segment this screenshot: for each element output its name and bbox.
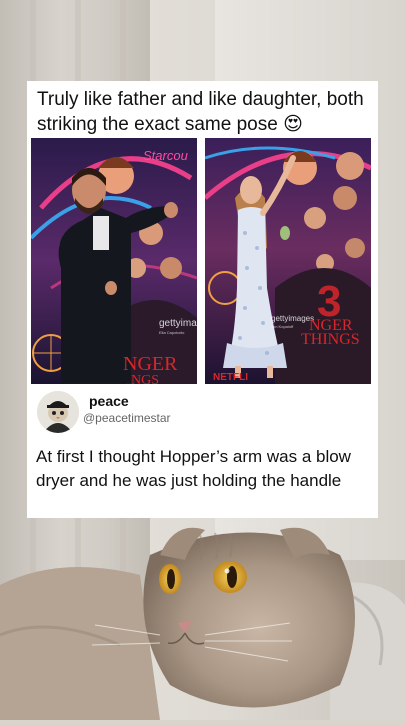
tweet-header: peace @peacetimestar: [37, 389, 367, 437]
photo-right[interactable]: gettyimages Jon Kopaloff 3 NGER THINGS N…: [205, 138, 371, 384]
poster-title-2: THINGS: [301, 331, 360, 348]
photo-credit: Jon Kopaloff: [271, 324, 294, 329]
post-caption: Truly like father and like daughter, bot…: [37, 87, 369, 137]
tweet-text: At first I thought Hopper’s arm was a bl…: [36, 447, 351, 490]
cat-photo: [0, 515, 405, 720]
poster-title-2: NGS: [131, 373, 159, 384]
watermark: gettyima: [159, 318, 197, 329]
tweet-author-name[interactable]: peace: [89, 393, 129, 409]
avatar[interactable]: [37, 391, 79, 433]
photo-credit: Elia Capotorto: [159, 330, 185, 335]
post-card: Truly like father and like daughter, bot…: [27, 81, 378, 518]
heart-eyes-emoji: 😍: [283, 114, 303, 135]
photo-left[interactable]: Starcou gettyima Elia Capotorto NGER NGS: [31, 138, 197, 384]
watermark: gettyimages: [271, 314, 314, 323]
poster-title: NGER: [123, 353, 178, 375]
netflix-logo: NETFLI: [213, 372, 248, 383]
tweet-author-handle[interactable]: @peacetimestar: [83, 411, 171, 425]
poster-text-top: Starcou: [143, 148, 188, 163]
caption-text: Truly like father and like daughter, bot…: [37, 89, 364, 135]
